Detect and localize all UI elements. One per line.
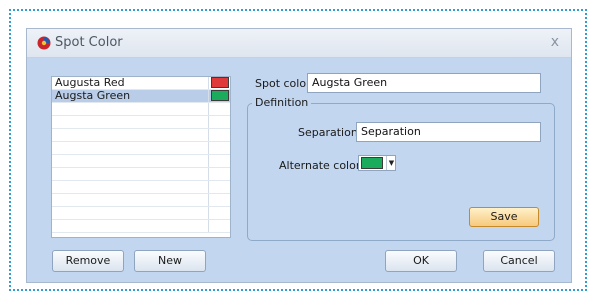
- remove-button[interactable]: Remove: [52, 250, 124, 272]
- spot-color-dialog: Spot Color x Augusta Red Augsta Green Spo…: [26, 28, 572, 283]
- empty-row: [52, 103, 230, 116]
- empty-row: [52, 155, 230, 168]
- separation-label: Separation: [298, 126, 358, 139]
- swatch-cell: [208, 77, 230, 89]
- swatch-cell: [208, 103, 230, 115]
- swatch-cell: [208, 181, 230, 193]
- list-item-name: Augusta Red: [55, 76, 125, 89]
- new-button[interactable]: New: [134, 250, 206, 272]
- swatch-cell: [208, 129, 230, 141]
- separation-input[interactable]: Separation: [356, 122, 541, 142]
- spot-color-list[interactable]: Augusta Red Augsta Green: [51, 76, 231, 238]
- title-bar: Spot Color x: [27, 29, 571, 58]
- color-swatch: [211, 77, 229, 88]
- swatch-cell: [208, 155, 230, 167]
- list-item[interactable]: Augsta Green: [52, 90, 230, 103]
- spot-color-input[interactable]: Augsta Green: [307, 73, 541, 93]
- empty-row: [52, 168, 230, 181]
- empty-row: [52, 116, 230, 129]
- app-icon: [37, 36, 51, 50]
- swatch-cell: [208, 168, 230, 180]
- list-item-name: Augsta Green: [55, 89, 131, 102]
- empty-row: [52, 220, 230, 233]
- spot-color-label: Spot color: [255, 77, 311, 90]
- swatch-cell: [208, 90, 230, 102]
- empty-row: [52, 129, 230, 142]
- chevron-down-icon[interactable]: ▼: [386, 156, 396, 170]
- definition-legend: Definition: [252, 96, 312, 109]
- cancel-button[interactable]: Cancel: [483, 250, 555, 272]
- empty-row: [52, 207, 230, 220]
- color-swatch: [211, 90, 229, 101]
- swatch-cell: [208, 116, 230, 128]
- swatch-cell: [208, 142, 230, 154]
- empty-row: [52, 142, 230, 155]
- close-icon[interactable]: x: [551, 34, 559, 50]
- alternate-color-label: Alternate color: [279, 159, 361, 172]
- alternate-color-picker[interactable]: ▼: [358, 155, 396, 171]
- empty-row: [52, 181, 230, 194]
- save-button[interactable]: Save: [469, 207, 539, 227]
- empty-row: [52, 194, 230, 207]
- swatch-cell: [208, 220, 230, 232]
- dialog-title: Spot Color: [55, 35, 123, 50]
- swatch-cell: [208, 207, 230, 219]
- alternate-color-swatch: [361, 157, 383, 169]
- ok-button[interactable]: OK: [385, 250, 457, 272]
- swatch-cell: [208, 194, 230, 206]
